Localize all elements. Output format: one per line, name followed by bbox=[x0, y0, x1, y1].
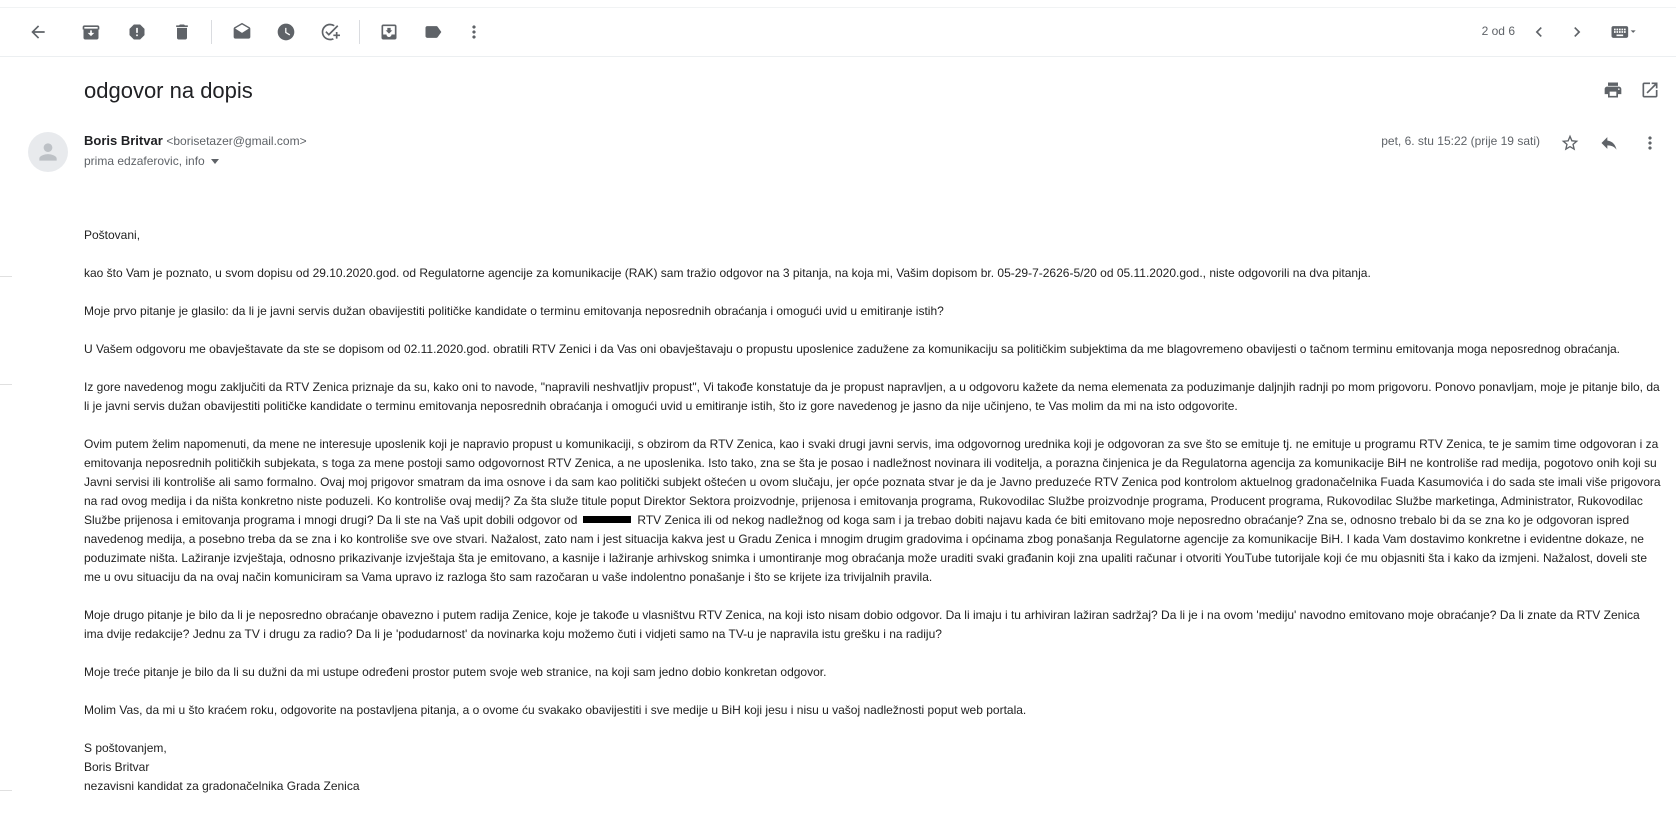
edge-mark bbox=[0, 790, 12, 791]
reply-icon[interactable] bbox=[1597, 131, 1621, 155]
print-icon[interactable] bbox=[1601, 78, 1625, 102]
greeting: Poštovani, bbox=[84, 228, 141, 242]
message-toolbar: 2 od 6 bbox=[0, 8, 1676, 57]
email-subject: odgovor na dopis bbox=[84, 78, 253, 103]
report-spam-icon[interactable] bbox=[125, 20, 149, 44]
sender-email: <borisetazer@gmail.com> bbox=[166, 134, 307, 148]
redaction-bar bbox=[583, 516, 632, 524]
paragraph: U Vašem odgovoru me obavještavate da ste… bbox=[84, 342, 1620, 356]
delete-icon[interactable] bbox=[170, 20, 194, 44]
archive-icon[interactable] bbox=[79, 20, 103, 44]
paragraph: Moje prvo pitanje je glasilo: da li je j… bbox=[84, 304, 944, 318]
caret-down-icon bbox=[210, 158, 219, 164]
mark-unread-icon[interactable] bbox=[230, 20, 254, 44]
more-vert-icon[interactable] bbox=[1638, 131, 1662, 155]
paragraph: Iz gore navedenog mogu zaključiti da RTV… bbox=[84, 380, 1660, 413]
person-icon bbox=[39, 143, 57, 161]
more-vert-icon[interactable] bbox=[462, 20, 486, 44]
signature-line: Boris Britvar bbox=[84, 760, 150, 774]
paragraph: Ovim putem želim napomenuti, da mene ne … bbox=[84, 435, 1662, 587]
chevron-right-icon[interactable] bbox=[1565, 20, 1589, 44]
open-new-window-icon[interactable] bbox=[1638, 78, 1662, 102]
signature-line: nezavisni kandidat za gradonačelnika Gra… bbox=[84, 779, 360, 793]
chevron-left-icon[interactable] bbox=[1527, 20, 1551, 44]
keyboard-icon[interactable] bbox=[1606, 20, 1642, 44]
pager-count: 2 od 6 bbox=[1481, 24, 1515, 38]
signature: S poštovanjem, Boris Britvar nezavisni k… bbox=[84, 739, 1662, 796]
paragraph: Moje drugo pitanje je bilo da li je nepo… bbox=[84, 608, 1640, 641]
star-icon[interactable] bbox=[1558, 131, 1582, 155]
back-arrow-icon[interactable] bbox=[26, 20, 50, 44]
email-body: Poštovani, kao što Vam je poznato, u svo… bbox=[84, 226, 1662, 796]
recipients-toggle[interactable]: prima edzaferovic, info bbox=[84, 154, 219, 168]
paragraph: kao što Vam je poznato, u svom dopisu od… bbox=[84, 266, 1371, 280]
label-icon[interactable] bbox=[421, 20, 445, 44]
sender-name[interactable]: Boris Britvar bbox=[84, 133, 163, 148]
toolbar-divider bbox=[211, 20, 212, 44]
signature-line: S poštovanjem, bbox=[84, 741, 167, 755]
avatar[interactable] bbox=[28, 132, 68, 172]
add-task-icon[interactable] bbox=[318, 20, 342, 44]
edge-mark bbox=[0, 276, 12, 277]
paragraph: Molim Vas, da mi u što kraćem roku, odgo… bbox=[84, 703, 1027, 717]
edge-mark bbox=[0, 384, 12, 385]
snooze-icon[interactable] bbox=[274, 20, 298, 44]
toolbar-divider bbox=[359, 20, 360, 44]
sender-line: Boris Britvar <borisetazer@gmail.com> bbox=[84, 133, 307, 148]
recipients-text: prima edzaferovic, info bbox=[84, 154, 205, 168]
move-to-icon[interactable] bbox=[377, 20, 401, 44]
paragraph: Moje treće pitanje je bilo da li su dužn… bbox=[84, 665, 827, 679]
email-date: pet, 6. stu 15:22 (prije 19 sati) bbox=[1381, 134, 1540, 148]
